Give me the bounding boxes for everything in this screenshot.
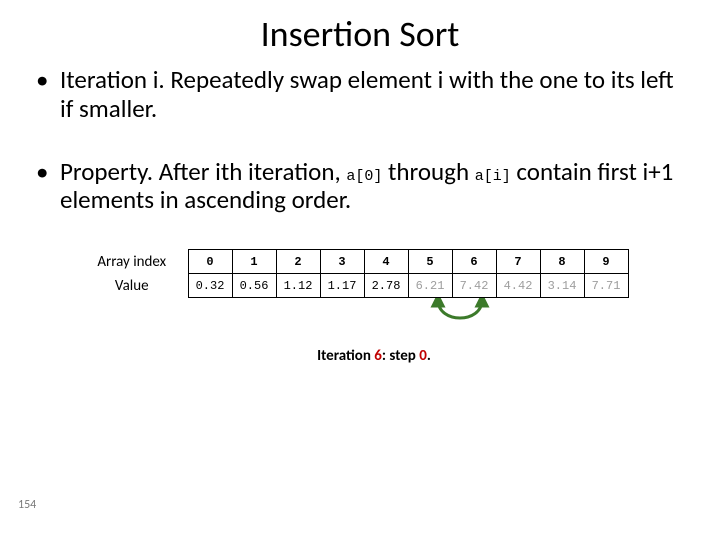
val-cell: 1.17 xyxy=(320,274,364,298)
caption-text-c: . xyxy=(427,347,431,365)
val-cell: 1.12 xyxy=(276,274,320,298)
caption-step: 0 xyxy=(419,347,427,365)
val-cell: 4.42 xyxy=(496,274,540,298)
row-header-index: Array index xyxy=(84,250,188,274)
idx-cell: 6 xyxy=(452,250,496,274)
page-number: 154 xyxy=(18,498,36,512)
idx-cell: 0 xyxy=(188,250,232,274)
iteration-caption: Iteration 6: step 0. xyxy=(62,347,686,365)
val-cell: 0.56 xyxy=(232,274,276,298)
val-cell: 3.14 xyxy=(540,274,584,298)
table-row-index: Array index 0 1 2 3 4 5 6 7 8 9 xyxy=(84,250,628,274)
idx-cell: 2 xyxy=(276,250,320,274)
bullet-iteration-text: Iteration i. Repeatedly swap element i w… xyxy=(60,64,674,124)
bullet-iteration: Iteration i. Repeatedly swap element i w… xyxy=(56,66,686,124)
code-ai: a[i] xyxy=(475,168,511,185)
val-cell: 7.71 xyxy=(584,274,628,298)
swap-arrow-icon xyxy=(216,298,656,338)
idx-cell: 1 xyxy=(232,250,276,274)
array-table: Array index 0 1 2 3 4 5 6 7 8 9 Value 0.… xyxy=(84,249,629,298)
val-cell: 7.42 xyxy=(452,274,496,298)
caption-text-b: : step xyxy=(382,347,419,365)
bullet-property: Property. After ith iteration, a[0] thro… xyxy=(56,158,686,216)
caption-text-a: Iteration xyxy=(317,347,374,365)
code-a0: a[0] xyxy=(346,168,382,185)
bullet-property-text-b: through xyxy=(382,156,474,187)
page-title: Insertion Sort xyxy=(34,12,686,56)
caption-iter: 6 xyxy=(374,347,382,365)
idx-cell: 3 xyxy=(320,250,364,274)
idx-cell: 8 xyxy=(540,250,584,274)
table-row-value: Value 0.32 0.56 1.12 1.17 2.78 6.21 7.42… xyxy=(84,274,628,298)
idx-cell: 9 xyxy=(584,250,628,274)
val-cell: 0.32 xyxy=(188,274,232,298)
idx-cell: 5 xyxy=(408,250,452,274)
bullet-property-text-a: Property. After ith iteration, xyxy=(60,156,346,187)
row-header-value: Value xyxy=(84,274,188,298)
array-table-wrap: Array index 0 1 2 3 4 5 6 7 8 9 Value 0.… xyxy=(84,249,686,365)
val-cell: 6.21 xyxy=(408,274,452,298)
idx-cell: 7 xyxy=(496,250,540,274)
val-cell: 2.78 xyxy=(364,274,408,298)
bullet-list: Iteration i. Repeatedly swap element i w… xyxy=(56,66,686,215)
idx-cell: 4 xyxy=(364,250,408,274)
